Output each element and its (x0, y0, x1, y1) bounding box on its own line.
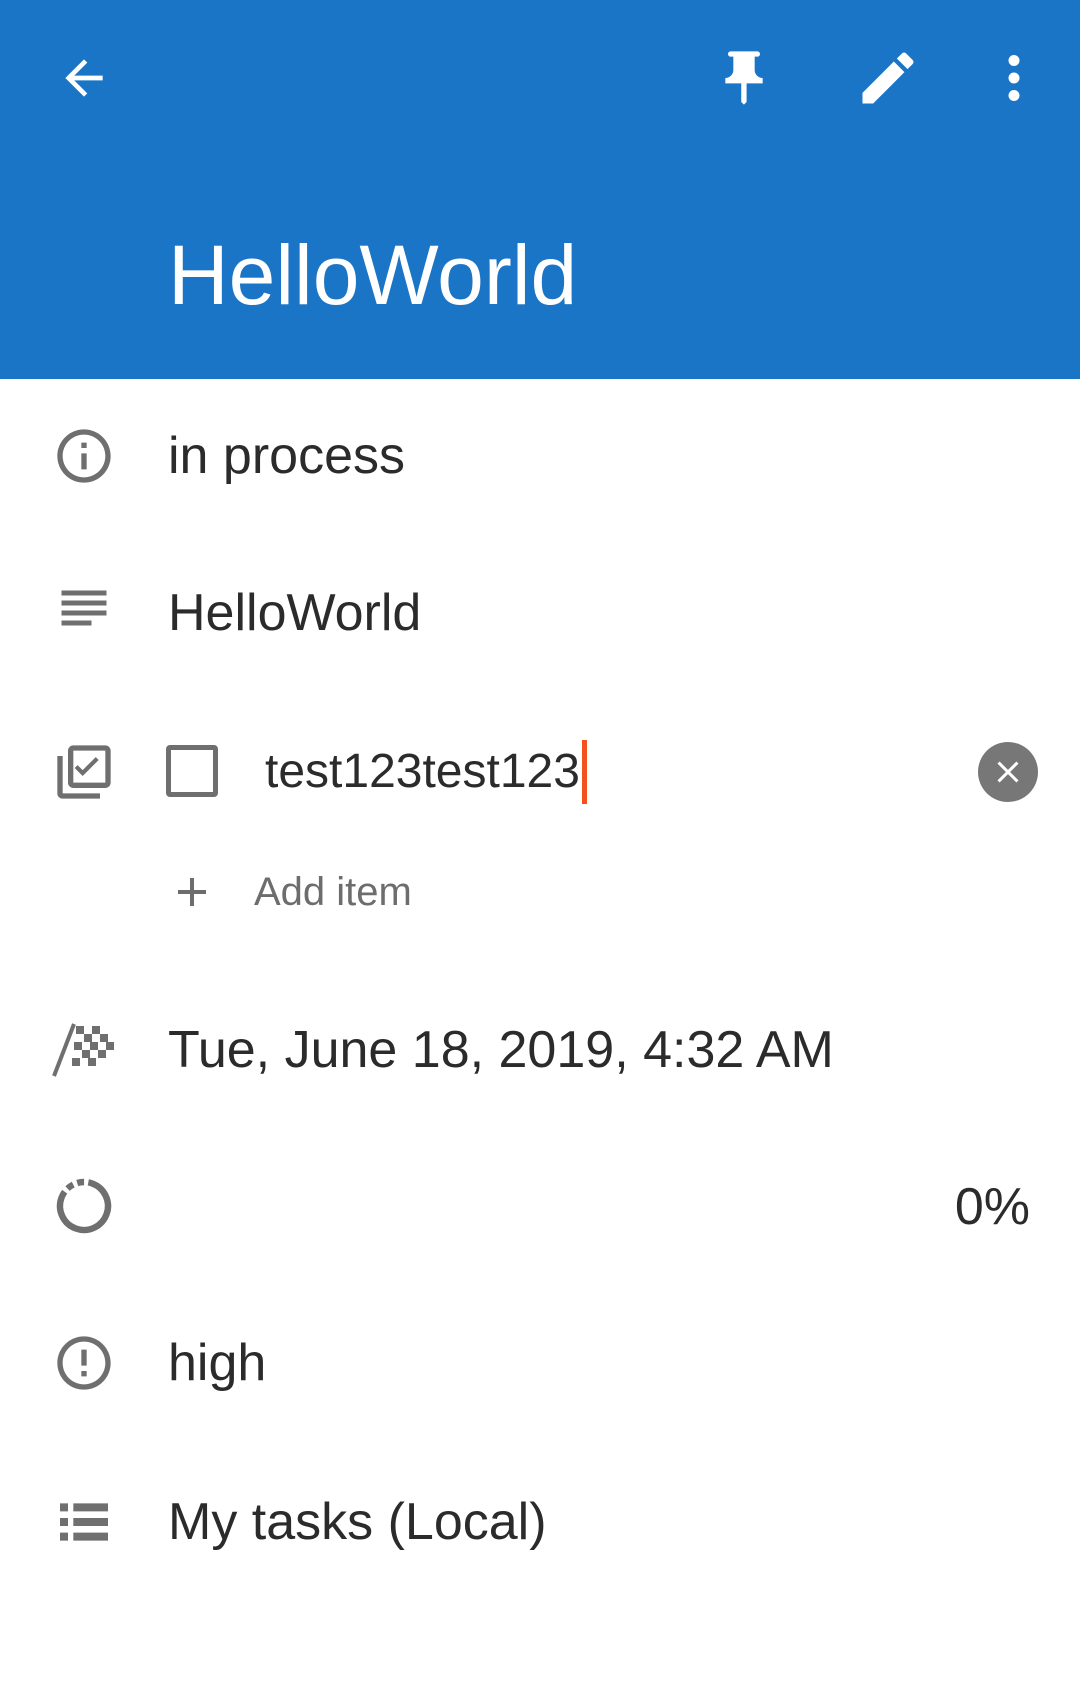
priority-icon (48, 1327, 120, 1399)
priority-text: high (168, 1334, 267, 1392)
add-item-button[interactable]: Add item (168, 862, 412, 922)
plus-icon (178, 878, 206, 906)
description-row[interactable]: HelloWorld (0, 577, 1080, 649)
close-icon (997, 761, 1019, 783)
remove-item-button[interactable] (978, 742, 1038, 802)
priority-row[interactable]: high (0, 1327, 1080, 1399)
due-date-row[interactable]: Tue, June 18, 2019, 4:32 AM (0, 1014, 1080, 1086)
status-text: in process (168, 427, 405, 485)
app-bar: HelloWorld (0, 0, 1080, 379)
progress-circle-icon (48, 1170, 120, 1242)
more-options-button[interactable] (966, 30, 1062, 126)
due-date-text: Tue, June 18, 2019, 4:32 AM (168, 1021, 834, 1079)
pencil-icon (862, 52, 914, 104)
task-list-row[interactable]: My tasks (Local) (0, 1486, 1080, 1558)
edit-button[interactable] (840, 30, 936, 126)
back-button[interactable] (36, 30, 132, 126)
info-icon (48, 420, 120, 492)
checklist-item-text: test123test123 (265, 745, 580, 798)
progress-row[interactable] (0, 1170, 1080, 1242)
pin-button[interactable] (696, 30, 792, 126)
task-list-text: My tasks (Local) (168, 1493, 547, 1551)
task-title: HelloWorld (168, 228, 578, 322)
checklist-icon (48, 736, 120, 808)
description-text: HelloWorld (168, 584, 422, 642)
arrow-back-icon (65, 59, 103, 97)
list-icon (48, 1486, 120, 1558)
checklist-item-checkbox[interactable] (166, 745, 218, 797)
checklist-item-input[interactable]: test123test123 (265, 740, 587, 804)
text-cursor (581, 740, 587, 804)
notes-icon (48, 577, 120, 649)
status-row[interactable]: in process (0, 420, 1080, 492)
more-vert-icon (1008, 55, 1020, 101)
checkered-flag-icon (48, 1014, 120, 1086)
progress-value: 0% (954, 1178, 1030, 1236)
pin-icon (725, 51, 763, 105)
add-item-label: Add item (254, 869, 412, 914)
